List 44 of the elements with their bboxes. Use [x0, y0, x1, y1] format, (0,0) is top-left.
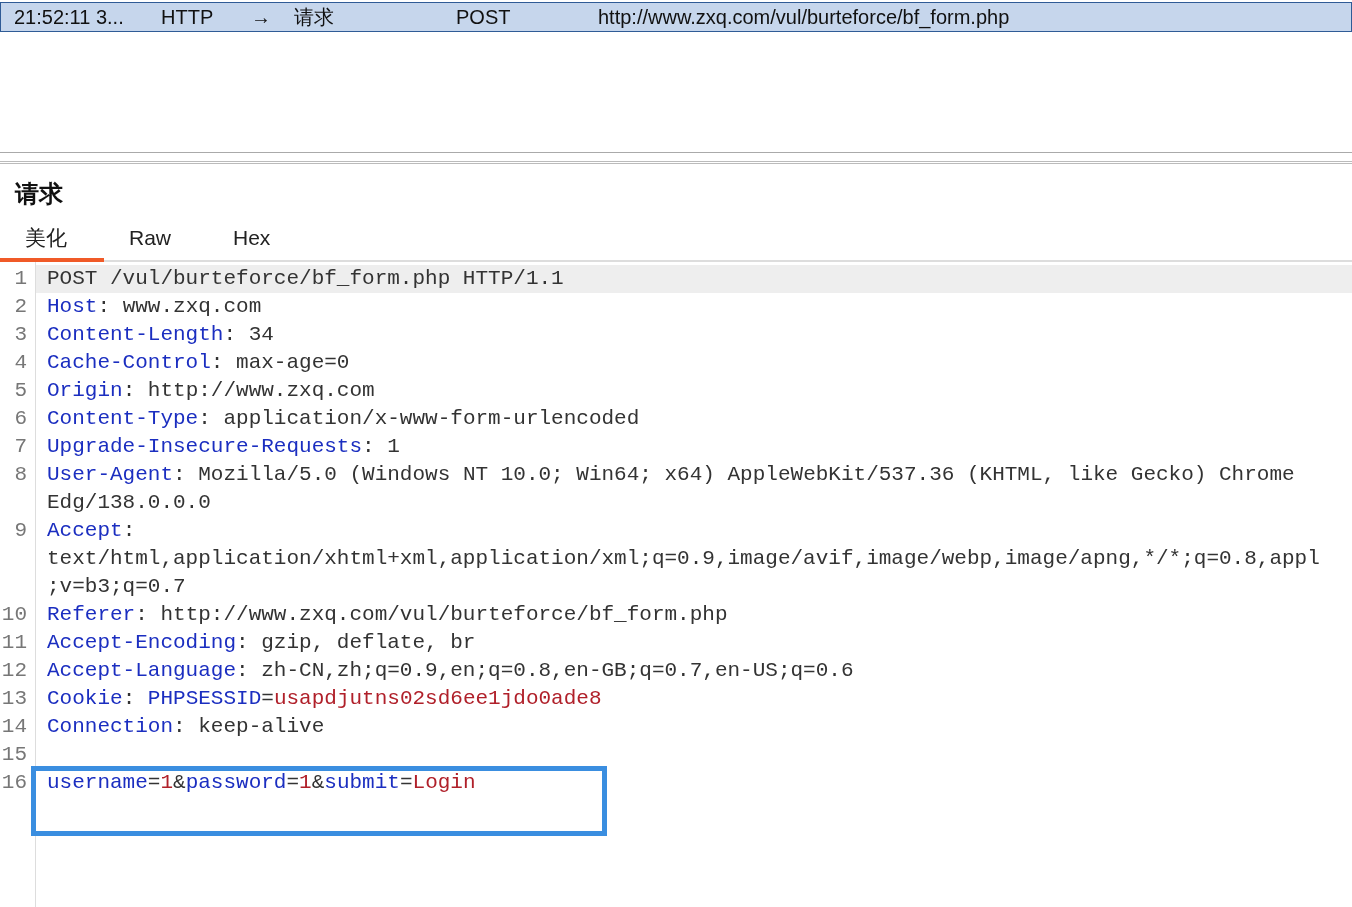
line-number: 2 [13, 294, 27, 320]
line-number: 16 [0, 770, 27, 796]
line-number: 1 [13, 266, 27, 292]
line-number: 11 [0, 630, 27, 656]
table-cell-text: HTTP [160, 5, 215, 29]
line-number: 9 [13, 518, 27, 544]
table-cell-text: POST [455, 5, 512, 29]
table-cell-text: http://www.zxq.com/vul/burteforce/bf_form.php [597, 5, 1011, 29]
code-line: Referer: http://www.zxq.com/vul/burteforce/bf_form.php [47, 602, 729, 628]
code-line: ;v=b3;q=0.7 [47, 574, 187, 600]
code-line: username=1&password=1&submit=Login [47, 770, 477, 796]
line-number: 8 [13, 462, 27, 488]
line-number: 15 [0, 742, 27, 768]
code-line: Origin: http://www.zxq.com [47, 378, 376, 404]
code-line: Edg/138.0.0.0 [47, 490, 212, 516]
code-line: text/html,application/xhtml+xml,application/xml;q=0.9,image/avif,image/webp,image/apng,*/*;q=0.8,appl [47, 546, 1321, 572]
code-line: Host: www.zxq.com [47, 294, 263, 320]
code-line: Accept: [47, 518, 137, 544]
line-number: 3 [13, 322, 27, 348]
line-number: 6 [13, 406, 27, 432]
line-number: 7 [13, 434, 27, 460]
tab[interactable]: Hex [208, 218, 312, 262]
code-line: Cookie: PHPSESSID=usapdjutns02sd6ee1jdo0ade8 [47, 686, 603, 712]
table-row[interactable]: 21:52:11 3... HTTP → 请求 POST http://www.zxq.com/vul/burteforce/bf_form.php [0, 2, 1352, 32]
panel-title: 请求 [13, 179, 63, 209]
code-line: User-Agent: Mozilla/5.0 (Windows NT 10.0; Win64; x64) AppleWebKit/537.36 (KHTML, like Gecko) Chrome [47, 462, 1296, 488]
code-line: Connection: keep-alive [47, 714, 326, 740]
line-number: 4 [13, 350, 27, 376]
line-number: 10 [0, 602, 27, 628]
code-line: Cache-Control: max-age=0 [47, 350, 351, 376]
line-number: 12 [0, 658, 27, 684]
table-cell-text: → [250, 5, 272, 29]
line-number: 13 [0, 686, 27, 712]
tab[interactable]: Raw [104, 218, 208, 262]
line-number: 5 [13, 378, 27, 404]
code-line: Upgrade-Insecure-Requests: 1 [47, 434, 401, 460]
code-line: Accept-Language: zh-CN,zh;q=0.9,en;q=0.8,en-GB;q=0.7,en-US;q=0.6 [47, 658, 855, 684]
line-number: 14 [0, 714, 27, 740]
table-cell-text: 21:52:11 3... [13, 5, 125, 29]
code-line: Content-Type: application/x-www-form-urlencoded [47, 406, 641, 432]
code-line: Content-Length: 34 [47, 322, 275, 348]
table-cell-text: 请求 [293, 4, 335, 30]
code-line: Accept-Encoding: gzip, deflate, br [47, 630, 477, 656]
code-line: POST /vul/burteforce/bf_form.php HTTP/1.1 [47, 266, 565, 292]
